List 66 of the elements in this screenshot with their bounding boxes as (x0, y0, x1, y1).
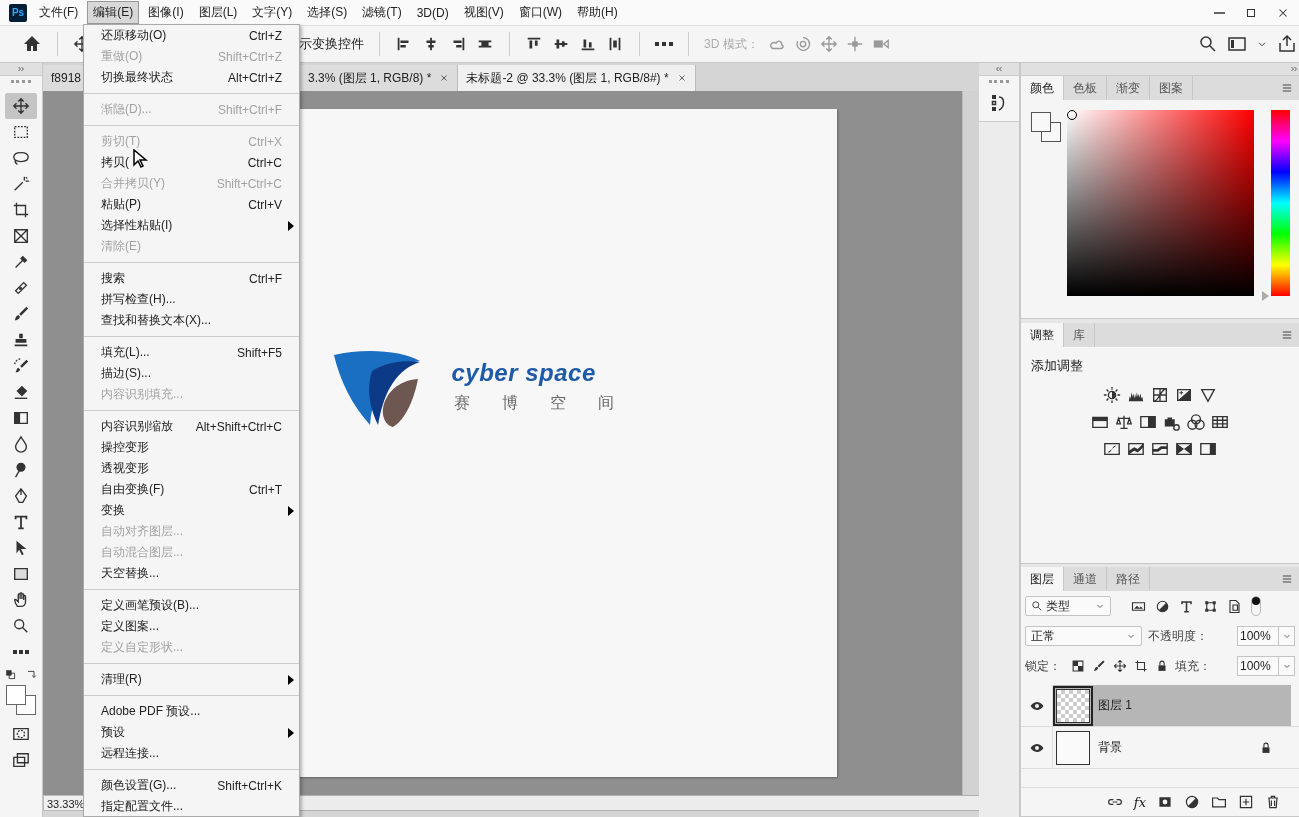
menu-item[interactable]: 窗口(W) (512, 1, 568, 24)
3d-mode-label: 3D 模式： (704, 35, 759, 53)
app-logo: Ps (9, 3, 27, 22)
menu-entry[interactable]: 内容识别缩放 Alt+Shift+Ctrl+C (84, 416, 299, 437)
panel-tab[interactable]: 路径 (1107, 567, 1150, 591)
menu-entry[interactable]: 变换 (84, 500, 299, 521)
opacity-field[interactable]: 100% (1237, 626, 1295, 646)
menu-item[interactable]: 文件(F) (33, 1, 85, 24)
brand-character: 博 (501, 393, 518, 413)
menu-item[interactable]: 3D(D) (410, 2, 455, 23)
menu-entry[interactable]: 选择性粘贴(I) (84, 215, 299, 236)
menu-item[interactable]: 文字(Y) (246, 1, 299, 24)
menu-entry[interactable]: 定义画笔预设(B)... (84, 595, 299, 616)
lock-label: 锁定： (1025, 657, 1061, 675)
menu-entry[interactable]: 透视变形 (84, 458, 299, 479)
layer-row[interactable]: 背景 (1053, 727, 1291, 768)
panel-tab[interactable]: 通道 (1064, 567, 1107, 591)
effects-button[interactable]: fx (1133, 794, 1146, 810)
panel-tab[interactable]: 渐变 (1107, 76, 1150, 100)
menu-entry[interactable]: 颜色设置(G)... Shift+Ctrl+K (84, 775, 299, 796)
menu-entry[interactable]: 切换最终状态 Alt+Ctrl+Z (84, 67, 299, 88)
menu-entry[interactable]: 查找和替换文本(X)... (84, 310, 299, 331)
menu-item[interactable]: 编辑(E) (87, 1, 140, 24)
menu-item[interactable]: 选择(S) (301, 1, 354, 24)
menu-item[interactable]: 帮助(H) (571, 1, 624, 24)
brand-character: 空 (549, 393, 566, 413)
menu-entry[interactable]: 操控变形 (84, 437, 299, 458)
panel-tab[interactable]: 调整 (1021, 323, 1064, 347)
fill-label: 填充： (1175, 657, 1211, 675)
fill-field[interactable]: 100% (1237, 656, 1295, 676)
menu-entry[interactable]: 拷贝( Ctrl+C (84, 152, 299, 173)
menu-entry[interactable]: 搜索 Ctrl+F (84, 268, 299, 289)
panel-tab[interactable]: 图层 (1021, 567, 1064, 591)
layer-name: 背景 (1098, 739, 1122, 756)
menu-item[interactable]: 滤镜(T) (356, 1, 408, 24)
panel-tab[interactable]: 图案 (1150, 76, 1193, 100)
brand-name: cyber space (451, 359, 597, 387)
blend-mode-dropdown[interactable]: 正常 (1025, 626, 1142, 646)
menu-item[interactable]: 视图(V) (457, 1, 510, 24)
menu-entry[interactable]: 粘贴(P) Ctrl+V (84, 194, 299, 215)
document-tab[interactable]: 3.3% (图层 1, RGB/8) * (300, 65, 459, 91)
menu-entry[interactable]: 预设 (84, 722, 299, 743)
menu-entry[interactable]: 描边(S)... (84, 363, 299, 384)
menu-item[interactable]: 图像(I) (142, 1, 190, 24)
menu-entry[interactable]: 清理(R) (84, 669, 299, 690)
panel-tab[interactable]: 色板 (1064, 76, 1107, 100)
menu-entry[interactable]: 定义图案... (84, 616, 299, 637)
menu-entry[interactable]: 还原移动(O) Ctrl+Z (84, 25, 299, 46)
menu-entry[interactable]: 天空替换... (84, 563, 299, 584)
menu-entry[interactable]: 远程连接... (84, 743, 299, 764)
layer-filter-dropdown[interactable]: 类型 (1025, 596, 1111, 616)
menu-entry[interactable]: 拼写检查(H)... (84, 289, 299, 310)
brand-character: 赛 (453, 393, 470, 413)
menu-item[interactable]: 图层(L) (192, 1, 244, 24)
menu-entry[interactable]: Adobe PDF 预设... (84, 701, 299, 722)
panel-tab[interactable]: 颜色 (1021, 76, 1064, 100)
brand-character: 间 (597, 393, 614, 413)
document-tab[interactable]: 未标题-2 @ 33.3% (图层 1, RGB/8#) * (458, 65, 696, 91)
menu-entry[interactable]: 自由变换(F) Ctrl+T (84, 479, 299, 500)
opacity-label: 不透明度： (1148, 627, 1208, 645)
layer-name: 图层 1 (1098, 697, 1132, 714)
layer-row[interactable]: 图层 1 (1053, 685, 1291, 726)
menu-entry[interactable]: 填充(L)... Shift+F5 (84, 342, 299, 363)
panel-heading: 添加调整 (1030, 357, 1083, 375)
panel-tab[interactable]: 库 (1064, 323, 1095, 347)
transform-controls-label[interactable]: 示变换控件 (299, 35, 364, 53)
